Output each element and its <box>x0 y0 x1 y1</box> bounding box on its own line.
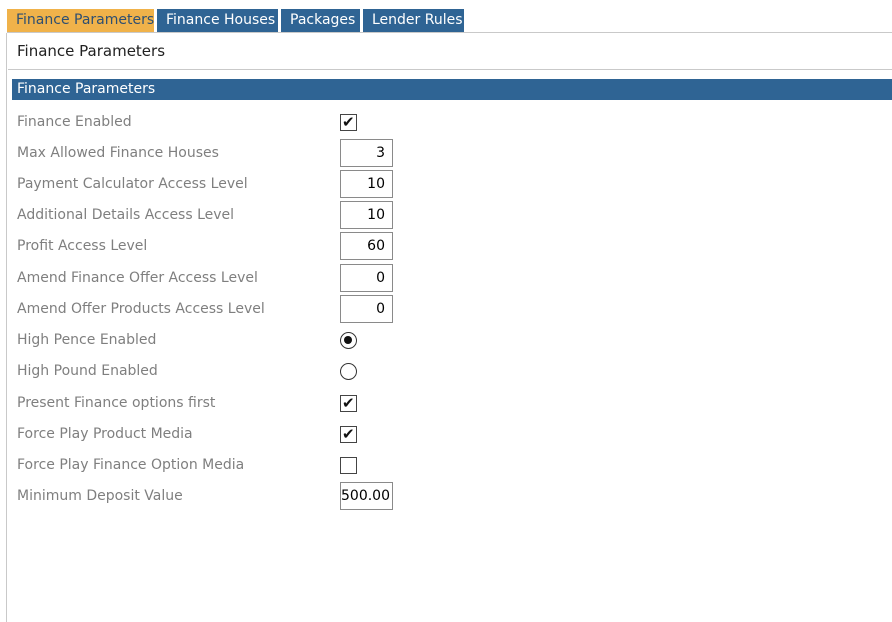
force-play-finance-option-media-checkbox[interactable] <box>340 457 357 474</box>
present-finance-options-first-label: Present Finance options first <box>17 395 216 411</box>
check-icon: ✔ <box>342 113 355 131</box>
high-pence-enabled-label: High Pence Enabled <box>17 332 157 348</box>
title-divider <box>8 69 892 70</box>
tab-lender-rules[interactable]: Lender Rules <box>363 9 464 32</box>
page-title: Finance Parameters <box>17 42 166 60</box>
finance-enabled-checkbox[interactable]: ✔ <box>340 113 357 131</box>
force-play-product-media-checkbox[interactable]: ✔ <box>340 425 357 443</box>
additional-details-access-level-label: Additional Details Access Level <box>17 207 235 223</box>
max-allowed-finance-houses-input[interactable]: 3 <box>340 139 393 167</box>
row-profit-access-level: Profit Access Level 60 <box>7 232 892 260</box>
amend-finance-offer-access-level-label: Amend Finance Offer Access Level <box>17 270 258 286</box>
content-panel: Finance Parameters Finance Parameters Fi… <box>6 33 892 622</box>
finance-enabled-label: Finance Enabled <box>17 114 132 130</box>
radio-selected-dot <box>344 336 352 344</box>
row-minimum-deposit-value: Minimum Deposit Value 500.00 <box>7 482 892 510</box>
tab-bar: Finance Parameters Finance Houses Packag… <box>7 0 892 33</box>
row-finance-enabled: Finance Enabled ✔ <box>7 108 892 136</box>
amend-offer-products-access-level-input[interactable]: 0 <box>340 295 393 323</box>
row-force-play-finance-option-media: Force Play Finance Option Media <box>7 451 892 479</box>
row-force-play-product-media: Force Play Product Media ✔ <box>7 420 892 448</box>
high-pound-enabled-radio[interactable] <box>340 363 357 380</box>
row-payment-calculator-access-level: Payment Calculator Access Level 10 <box>7 170 892 198</box>
check-icon: ✔ <box>342 425 355 443</box>
check-icon: ✔ <box>342 394 355 412</box>
tab-packages[interactable]: Packages <box>281 9 360 32</box>
row-present-finance-options-first: Present Finance options first ✔ <box>7 389 892 417</box>
payment-calculator-access-level-input[interactable]: 10 <box>340 170 393 198</box>
additional-details-access-level-input[interactable]: 10 <box>340 201 393 229</box>
amend-offer-products-access-level-label: Amend Offer Products Access Level <box>17 301 265 317</box>
row-amend-offer-products-access-level: Amend Offer Products Access Level 0 <box>7 295 892 323</box>
row-high-pence-enabled: High Pence Enabled <box>7 326 892 354</box>
row-amend-finance-offer-access-level: Amend Finance Offer Access Level 0 <box>7 264 892 292</box>
row-high-pound-enabled: High Pound Enabled <box>7 357 892 385</box>
high-pence-enabled-radio[interactable] <box>340 332 357 349</box>
section-header: Finance Parameters <box>12 79 892 100</box>
high-pound-enabled-label: High Pound Enabled <box>17 363 158 379</box>
row-additional-details-access-level: Additional Details Access Level 10 <box>7 201 892 229</box>
max-allowed-finance-houses-label: Max Allowed Finance Houses <box>17 145 219 161</box>
amend-finance-offer-access-level-input[interactable]: 0 <box>340 264 393 292</box>
force-play-finance-option-media-label: Force Play Finance Option Media <box>17 457 245 473</box>
present-finance-options-first-checkbox[interactable]: ✔ <box>340 394 357 412</box>
minimum-deposit-value-label: Minimum Deposit Value <box>17 488 183 504</box>
row-max-allowed-finance-houses: Max Allowed Finance Houses 3 <box>7 139 892 167</box>
profit-access-level-label: Profit Access Level <box>17 238 148 254</box>
profit-access-level-input[interactable]: 60 <box>340 232 393 260</box>
minimum-deposit-value-input[interactable]: 500.00 <box>340 482 393 510</box>
tab-finance-parameters[interactable]: Finance Parameters <box>7 9 154 32</box>
tab-finance-houses[interactable]: Finance Houses <box>157 9 278 32</box>
force-play-product-media-label: Force Play Product Media <box>17 426 193 442</box>
payment-calculator-access-level-label: Payment Calculator Access Level <box>17 176 248 192</box>
